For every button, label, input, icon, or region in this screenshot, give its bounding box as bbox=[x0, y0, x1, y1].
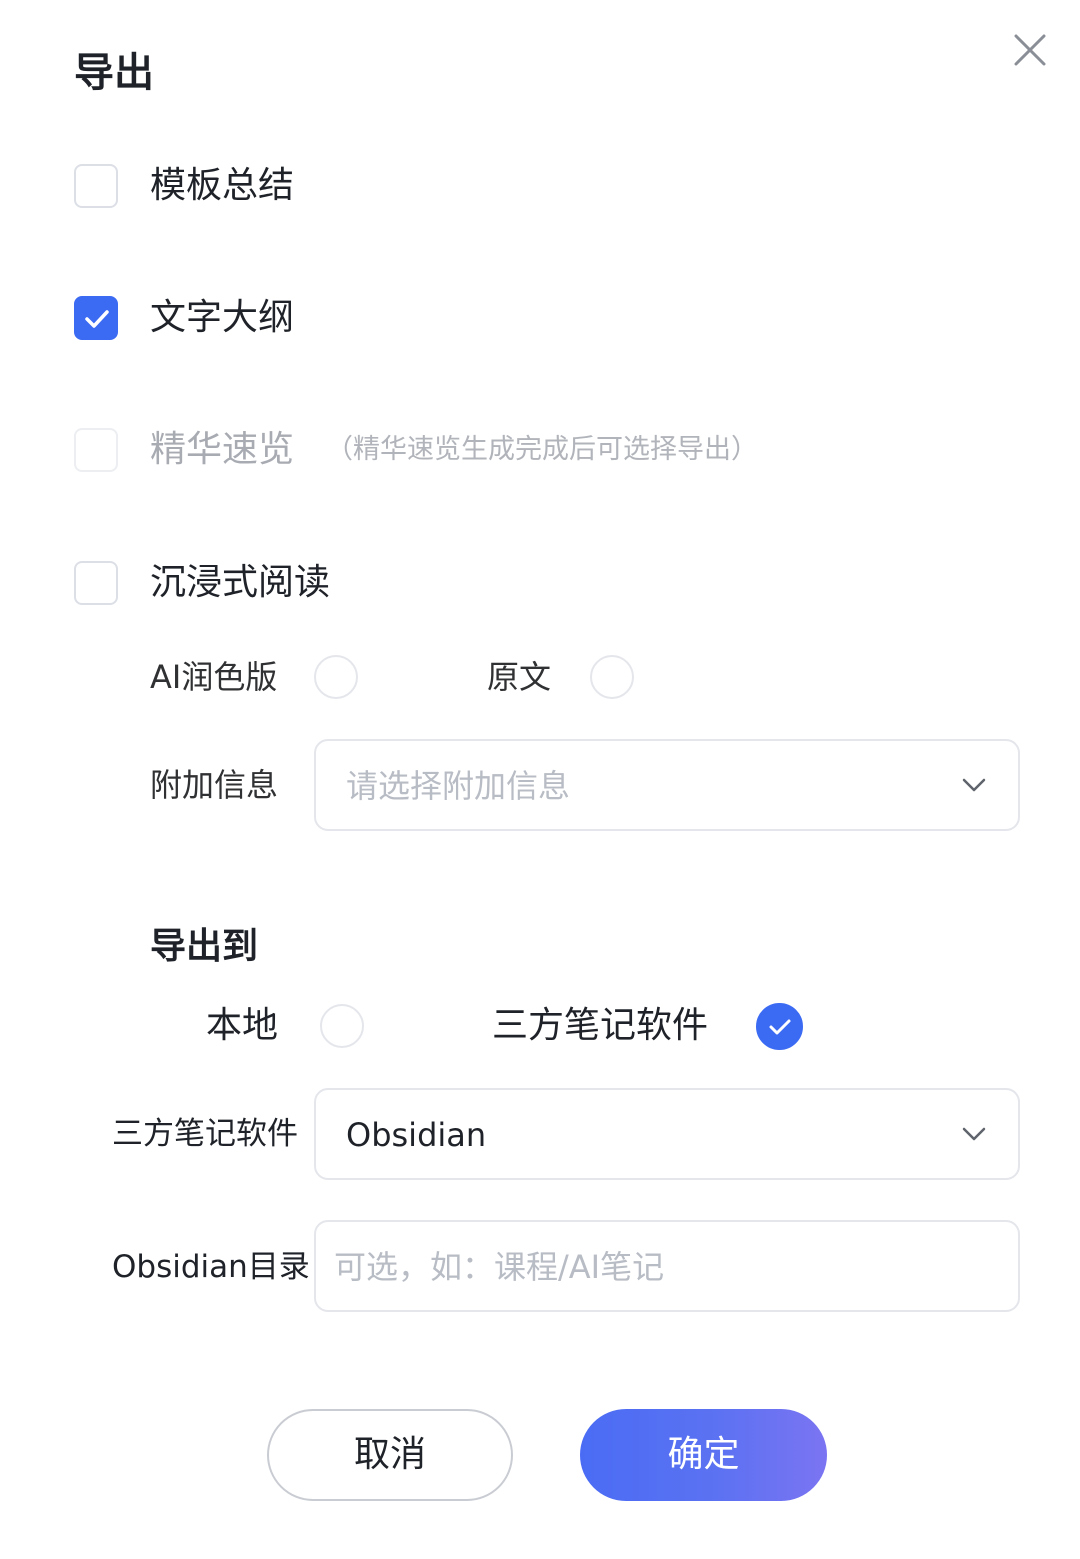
text-outline-label: 文字大纲 bbox=[150, 297, 295, 338]
original-text-label: 原文 bbox=[487, 658, 552, 696]
extra-info-select[interactable]: 请选择附加信息 bbox=[314, 739, 1020, 831]
cancel-button[interactable]: 取消 bbox=[267, 1409, 513, 1501]
checkmark-icon bbox=[85, 310, 109, 328]
template-summary-checkbox[interactable] bbox=[74, 164, 118, 208]
directory-input[interactable]: 可选，如：课程/AI笔记 bbox=[314, 1220, 1020, 1312]
original-text-radio[interactable] bbox=[590, 655, 634, 699]
text-outline-checkbox[interactable] bbox=[74, 296, 118, 340]
immersive-reading-checkbox[interactable] bbox=[74, 561, 118, 605]
export-to-title: 导出到 bbox=[150, 926, 259, 967]
local-label: 本地 bbox=[206, 1005, 279, 1046]
confirm-button[interactable]: 确定 bbox=[580, 1409, 827, 1501]
checkmark-icon bbox=[769, 1019, 791, 1035]
ai-polished-label: AI润色版 bbox=[150, 658, 278, 696]
close-icon[interactable] bbox=[1010, 30, 1050, 70]
highlights-note: （精华速览生成完成后可选择导出） bbox=[326, 434, 758, 465]
immersive-reading-label: 沉浸式阅读 bbox=[150, 562, 331, 603]
directory-placeholder: 可选，如：课程/AI笔记 bbox=[334, 1248, 665, 1286]
directory-label: Obsidian目录 bbox=[112, 1249, 310, 1285]
ai-polished-radio[interactable] bbox=[314, 655, 358, 699]
third-party-radio[interactable] bbox=[756, 1003, 803, 1050]
software-label: 三方笔记软件 bbox=[112, 1116, 298, 1152]
highlights-checkbox[interactable] bbox=[74, 428, 118, 472]
template-summary-label: 模板总结 bbox=[150, 165, 295, 206]
highlights-label: 精华速览 bbox=[150, 429, 295, 470]
local-radio[interactable] bbox=[320, 1004, 364, 1048]
chevron-down-icon bbox=[962, 1127, 986, 1141]
chevron-down-icon bbox=[962, 778, 986, 792]
extra-info-label: 附加信息 bbox=[150, 766, 279, 804]
software-select[interactable]: Obsidian bbox=[314, 1088, 1020, 1180]
extra-info-placeholder: 请选择附加信息 bbox=[346, 767, 571, 805]
software-value: Obsidian bbox=[346, 1116, 487, 1154]
third-party-label: 三方笔记软件 bbox=[492, 1005, 709, 1046]
dialog-title: 导出 bbox=[74, 50, 154, 96]
